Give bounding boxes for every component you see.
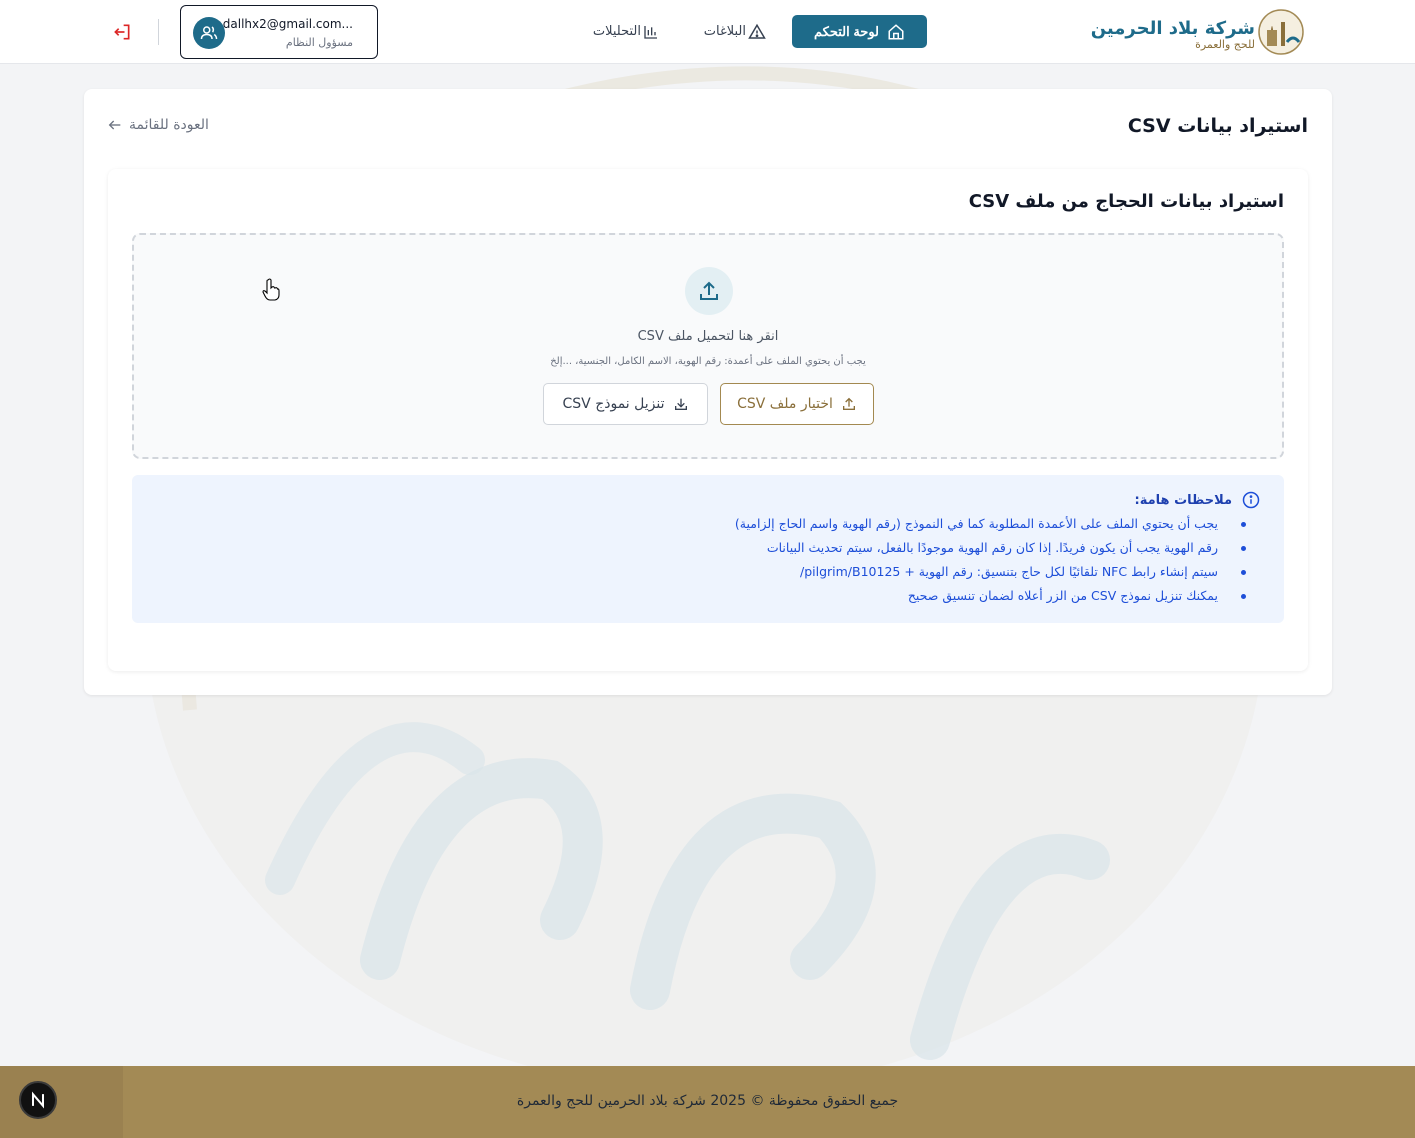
import-section-title: استيراد بيانات الحجاج من ملف CSV: [968, 191, 1284, 212]
notes-heading: ملاحظات هامة:: [1135, 491, 1260, 509]
csv-dropzone[interactable]: انقر هنا لتحميل ملف CSV يجب أن يحتوي الم…: [132, 233, 1284, 459]
choose-csv-button[interactable]: اختيار ملف CSV: [720, 383, 874, 425]
page-title: استيراد بيانات CSV: [1127, 115, 1308, 137]
brand-subtitle: للحج والعمرة: [1195, 38, 1255, 51]
download-template-label: تنزيل نموذج CSV: [562, 396, 665, 412]
top-navbar: شركة بلاد الحرمين للحج والعمرة لوحة التح…: [0, 0, 1415, 64]
dropzone-label: انقر هنا لتحميل ملف CSV: [637, 329, 779, 344]
user-profile-card[interactable]: dallhx2@gmail.com... مسؤول النظام: [180, 5, 378, 59]
user-role: مسؤول النظام: [285, 36, 353, 49]
footer: جميع الحقوق محفوظة © 2025 شركة بلاد الحر…: [0, 1066, 1415, 1138]
nav-analytics-label: التحليلات: [592, 24, 641, 39]
header-divider: [158, 19, 159, 45]
brand-name: شركة بلاد الحرمين: [1090, 18, 1255, 39]
upload-icon: [842, 397, 855, 410]
footer-copyright: جميع الحقوق محفوظة © 2025 شركة بلاد الحر…: [516, 1093, 899, 1109]
nextjs-badge-icon[interactable]: [19, 1081, 57, 1119]
hand-cursor-icon: [262, 278, 280, 301]
important-notes-box: ملاحظات هامة: يجب أن يحتوي الملف على الأ…: [132, 475, 1284, 623]
notes-list: يجب أن يحتوي الملف على الأعمدة المطلوبة …: [735, 515, 1247, 611]
brand[interactable]: شركة بلاد الحرمين للحج والعمرة: [1091, 8, 1305, 58]
back-label: العودة للقائمة: [129, 117, 209, 133]
nav-reports-label: البلاغات: [703, 24, 746, 39]
choose-csv-label: اختيار ملف CSV: [737, 396, 833, 412]
bar-chart-icon: [644, 25, 657, 39]
logout-icon: [114, 24, 130, 40]
note-item: يمكنك تنزيل نموذج CSV من الزر أعلاه لضما…: [735, 587, 1247, 611]
warning-triangle-icon: [748, 23, 766, 39]
notes-heading-text: ملاحظات هامة:: [1134, 492, 1232, 508]
dropzone-hint: يجب أن يحتوي الملف على أعمدة: رقم الهوية…: [550, 356, 866, 367]
note-item: سيتم إنشاء رابط NFC تلقائيًا لكل حاج بتن…: [735, 563, 1247, 587]
upload-icon: [685, 267, 733, 315]
nav-dashboard-label: لوحة التحكم: [814, 23, 880, 39]
back-to-list-link[interactable]: العودة للقائمة: [107, 117, 209, 133]
users-icon: [193, 17, 225, 49]
note-item: رقم الهوية يجب أن يكون فريدًا. إذا كان ر…: [735, 539, 1247, 563]
note-item: يجب أن يحتوي الملف على الأعمدة المطلوبة …: [735, 515, 1247, 539]
user-email: dallhx2@gmail.com...: [222, 17, 353, 31]
download-icon: [674, 398, 687, 410]
download-template-button[interactable]: تنزيل نموذج CSV: [543, 383, 708, 425]
company-logo: [1258, 9, 1304, 55]
logout-button[interactable]: [110, 20, 134, 44]
nav-analytics-link[interactable]: التحليلات: [587, 15, 659, 48]
import-page-card: استيراد بيانات CSV العودة للقائمة استيرا…: [84, 89, 1332, 695]
import-section: استيراد بيانات الحجاج من ملف CSV انقر هن…: [108, 169, 1308, 671]
nav-dashboard-button[interactable]: لوحة التحكم: [792, 15, 927, 48]
info-icon: [1242, 491, 1260, 509]
nav-reports-link[interactable]: البلاغات: [698, 15, 766, 48]
home-icon: [888, 23, 904, 39]
arrow-left-icon: [108, 120, 121, 130]
